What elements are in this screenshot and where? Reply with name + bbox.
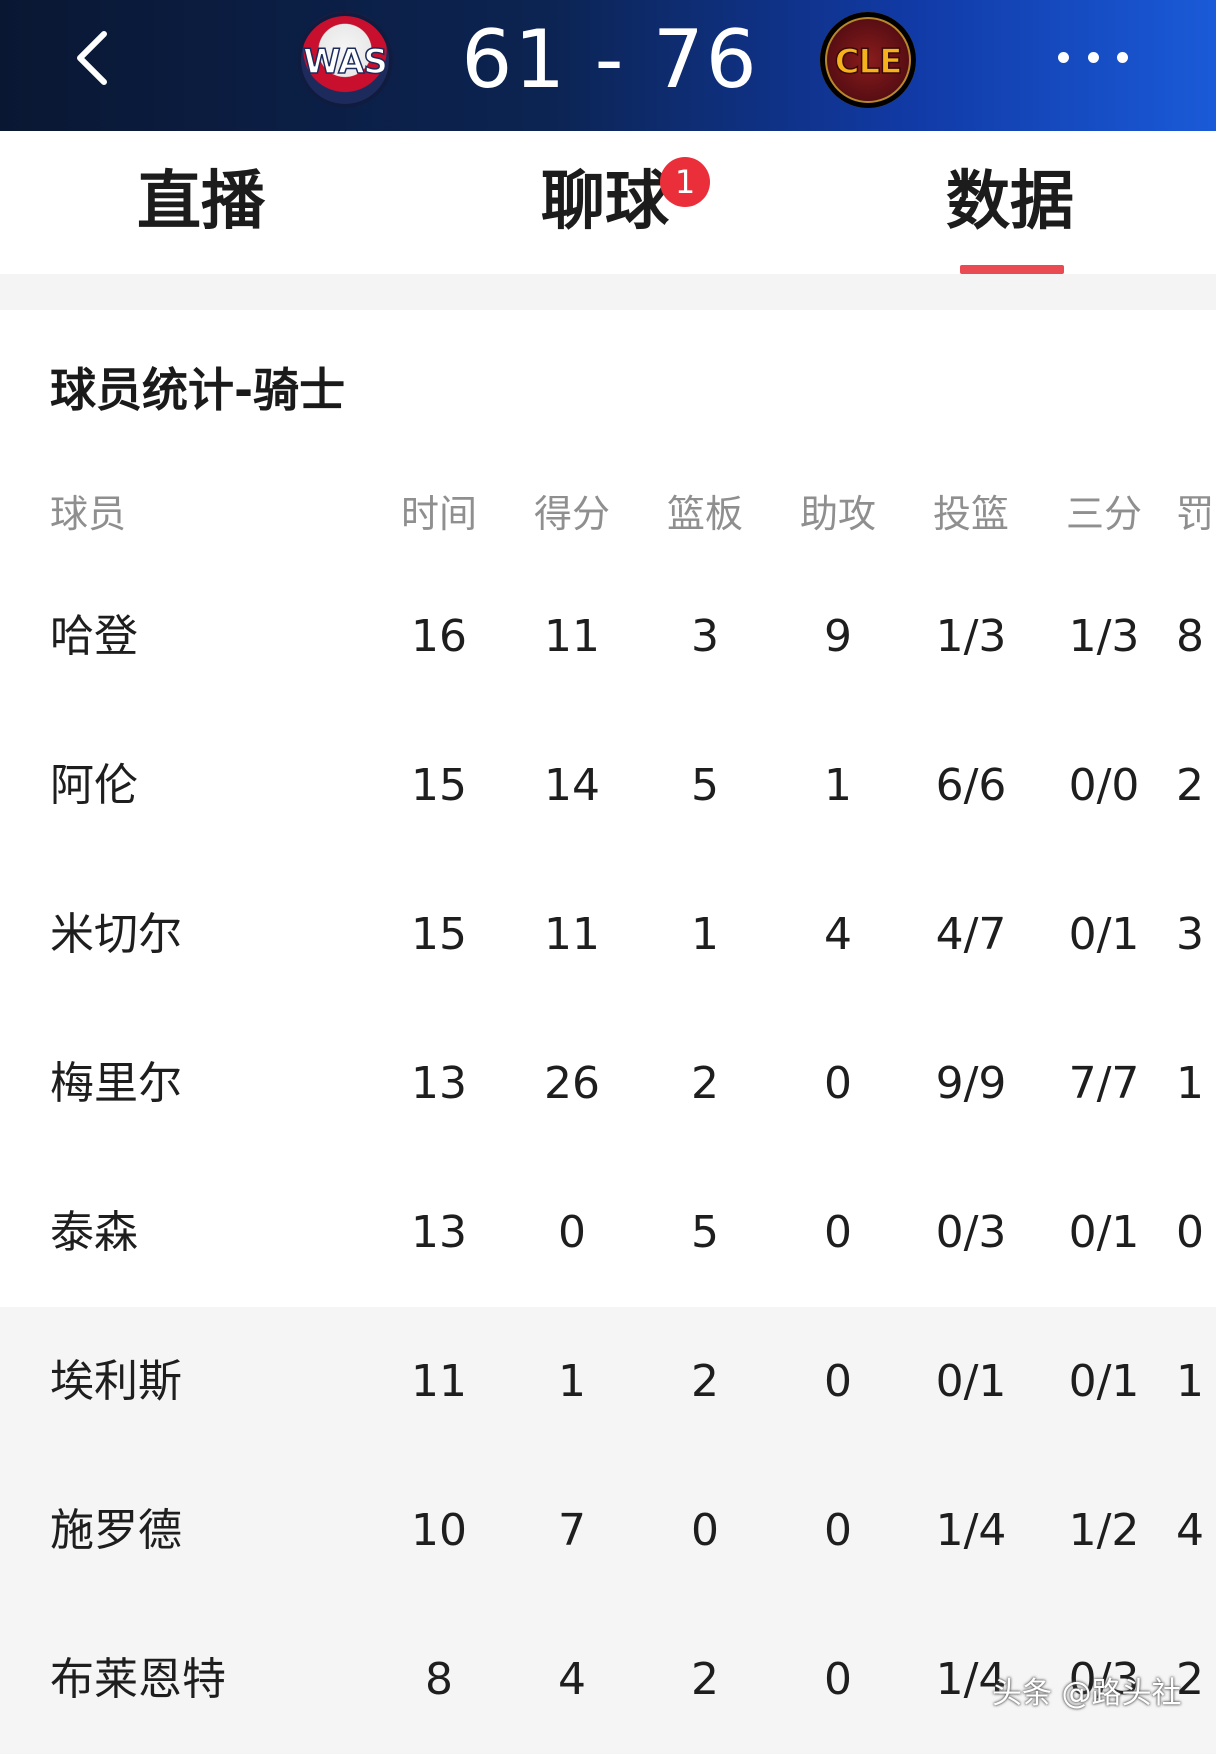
scoreboard-header: WAS 61 - 76 CLE <box>0 0 1216 131</box>
stat-points: 11 <box>544 611 600 662</box>
stat-three-pointers: 7/7 <box>1068 1058 1140 1109</box>
stat-minutes: 16 <box>411 611 467 662</box>
stat-assists: 0 <box>824 1058 852 1109</box>
home-team-abbr: WAS <box>302 41 388 83</box>
table-row[interactable]: 施罗德 10 7 0 0 1/4 1/2 4 <box>0 1456 1216 1605</box>
stat-assists: 0 <box>824 1356 852 1407</box>
column-header-rebounds[interactable]: 篮板 <box>638 484 772 544</box>
stat-assists: 4 <box>824 909 852 960</box>
player-name: 施罗德 <box>50 1505 182 1556</box>
stat-field-goals: 1/4 <box>935 1505 1007 1556</box>
stat-free-throws: 1 <box>1176 1058 1204 1109</box>
stat-free-throws: 0 <box>1176 1207 1204 1258</box>
watermark: 头条 @路头社 <box>992 1676 1182 1711</box>
stat-field-goals: 0/3 <box>935 1207 1007 1258</box>
active-tab-indicator <box>960 265 1064 274</box>
away-team-logo[interactable]: CLE <box>820 12 916 108</box>
stat-minutes: 15 <box>411 760 467 811</box>
stat-points: 11 <box>544 909 600 960</box>
stat-points: 0 <box>558 1207 586 1258</box>
stat-minutes: 10 <box>411 1505 467 1556</box>
more-dot <box>1117 52 1128 63</box>
column-header-player: 球员 <box>50 492 127 536</box>
stat-assists: 0 <box>824 1207 852 1258</box>
table-row[interactable]: 泰森 13 0 5 0 0/3 0/1 0 <box>0 1158 1216 1307</box>
tab-chat[interactable]: 聊球 <box>541 161 669 243</box>
column-header-minutes[interactable]: 时间 <box>372 484 506 544</box>
player-stats-section: 球员统计-骑士 球员 时间 得分 篮板 助攻 投篮 三分 罚 哈登 16 11 … <box>0 310 1216 1754</box>
stat-field-goals: 0/1 <box>935 1356 1007 1407</box>
stat-rebounds: 3 <box>691 611 719 662</box>
column-header-free-throws[interactable]: 罚 <box>1176 484 1216 544</box>
stat-field-goals: 9/9 <box>935 1058 1007 1109</box>
stat-assists: 0 <box>824 1505 852 1556</box>
section-divider <box>0 274 1216 310</box>
away-team-abbr: CLE <box>834 41 903 83</box>
table-row[interactable]: 哈登 16 11 3 9 1/3 1/3 8 <box>0 562 1216 711</box>
stat-rebounds: 0 <box>691 1505 719 1556</box>
stat-three-pointers: 0/1 <box>1068 1207 1140 1258</box>
more-dot <box>1087 52 1099 63</box>
tab-live[interactable]: 直播 <box>137 161 265 243</box>
stat-three-pointers: 1/3 <box>1068 611 1140 662</box>
player-name: 埃利斯 <box>50 1356 182 1407</box>
home-team-logo[interactable]: WAS <box>297 12 393 108</box>
tab-data[interactable]: 数据 <box>946 161 1074 243</box>
stat-minutes: 13 <box>411 1058 467 1109</box>
chat-notification-badge: 1 <box>660 157 710 207</box>
score-separator: - <box>594 13 626 106</box>
stat-points: 7 <box>558 1505 586 1556</box>
player-name: 米切尔 <box>50 909 182 960</box>
stat-free-throws: 8 <box>1176 611 1204 662</box>
table-row[interactable]: 埃利斯 11 1 2 0 0/1 0/1 1 <box>0 1307 1216 1456</box>
score-display: 61 - 76 <box>460 10 760 110</box>
stat-free-throws: 4 <box>1176 1505 1204 1556</box>
stat-rebounds: 5 <box>691 760 719 811</box>
stat-points: 26 <box>544 1058 600 1109</box>
column-header-field-goals[interactable]: 投篮 <box>904 484 1038 544</box>
stat-minutes: 15 <box>411 909 467 960</box>
back-chevron-icon[interactable] <box>64 28 124 88</box>
player-name: 泰森 <box>50 1207 138 1258</box>
stat-field-goals: 6/6 <box>935 760 1007 811</box>
stat-three-pointers: 0/0 <box>1068 760 1140 811</box>
stat-assists: 1 <box>824 760 852 811</box>
stat-rebounds: 2 <box>691 1356 719 1407</box>
column-header-points[interactable]: 得分 <box>505 484 639 544</box>
stat-minutes: 11 <box>411 1356 467 1407</box>
player-name: 梅里尔 <box>50 1058 182 1109</box>
stat-three-pointers: 0/1 <box>1068 1356 1140 1407</box>
stat-free-throws: 1 <box>1176 1356 1204 1407</box>
stat-rebounds: 1 <box>691 909 719 960</box>
stat-rebounds: 2 <box>691 1058 719 1109</box>
table-row[interactable]: 阿伦 15 14 5 1 6/6 0/0 2 <box>0 711 1216 860</box>
more-dot <box>1058 52 1069 63</box>
stat-points: 14 <box>544 760 600 811</box>
away-score: 76 <box>652 13 759 106</box>
stat-assists: 9 <box>824 611 852 662</box>
column-header-three-pointers[interactable]: 三分 <box>1037 484 1171 544</box>
table-row[interactable]: 梅里尔 13 26 2 0 9/9 7/7 1 <box>0 1009 1216 1158</box>
stat-free-throws: 3 <box>1176 909 1204 960</box>
table-row[interactable]: 米切尔 15 11 1 4 4/7 0/1 3 <box>0 860 1216 1009</box>
stat-free-throws: 2 <box>1176 760 1204 811</box>
player-name: 阿伦 <box>50 760 138 811</box>
tab-bar: 直播 聊球 1 数据 <box>0 131 1216 273</box>
stats-table-header: 球员 时间 得分 篮板 助攻 投篮 三分 罚 <box>0 484 1216 544</box>
section-title: 球员统计-骑士 <box>50 363 346 417</box>
column-header-assists[interactable]: 助攻 <box>771 484 905 544</box>
stat-three-pointers: 0/1 <box>1068 909 1140 960</box>
stat-minutes: 13 <box>411 1207 467 1258</box>
more-options-icon[interactable] <box>1058 52 1128 68</box>
home-score: 61 <box>461 13 568 106</box>
stat-field-goals: 1/3 <box>935 611 1007 662</box>
stat-field-goals: 4/7 <box>935 909 1007 960</box>
stat-three-pointers: 1/2 <box>1068 1505 1140 1556</box>
player-name: 哈登 <box>50 611 138 662</box>
stat-points: 1 <box>558 1356 586 1407</box>
stat-rebounds: 5 <box>691 1207 719 1258</box>
